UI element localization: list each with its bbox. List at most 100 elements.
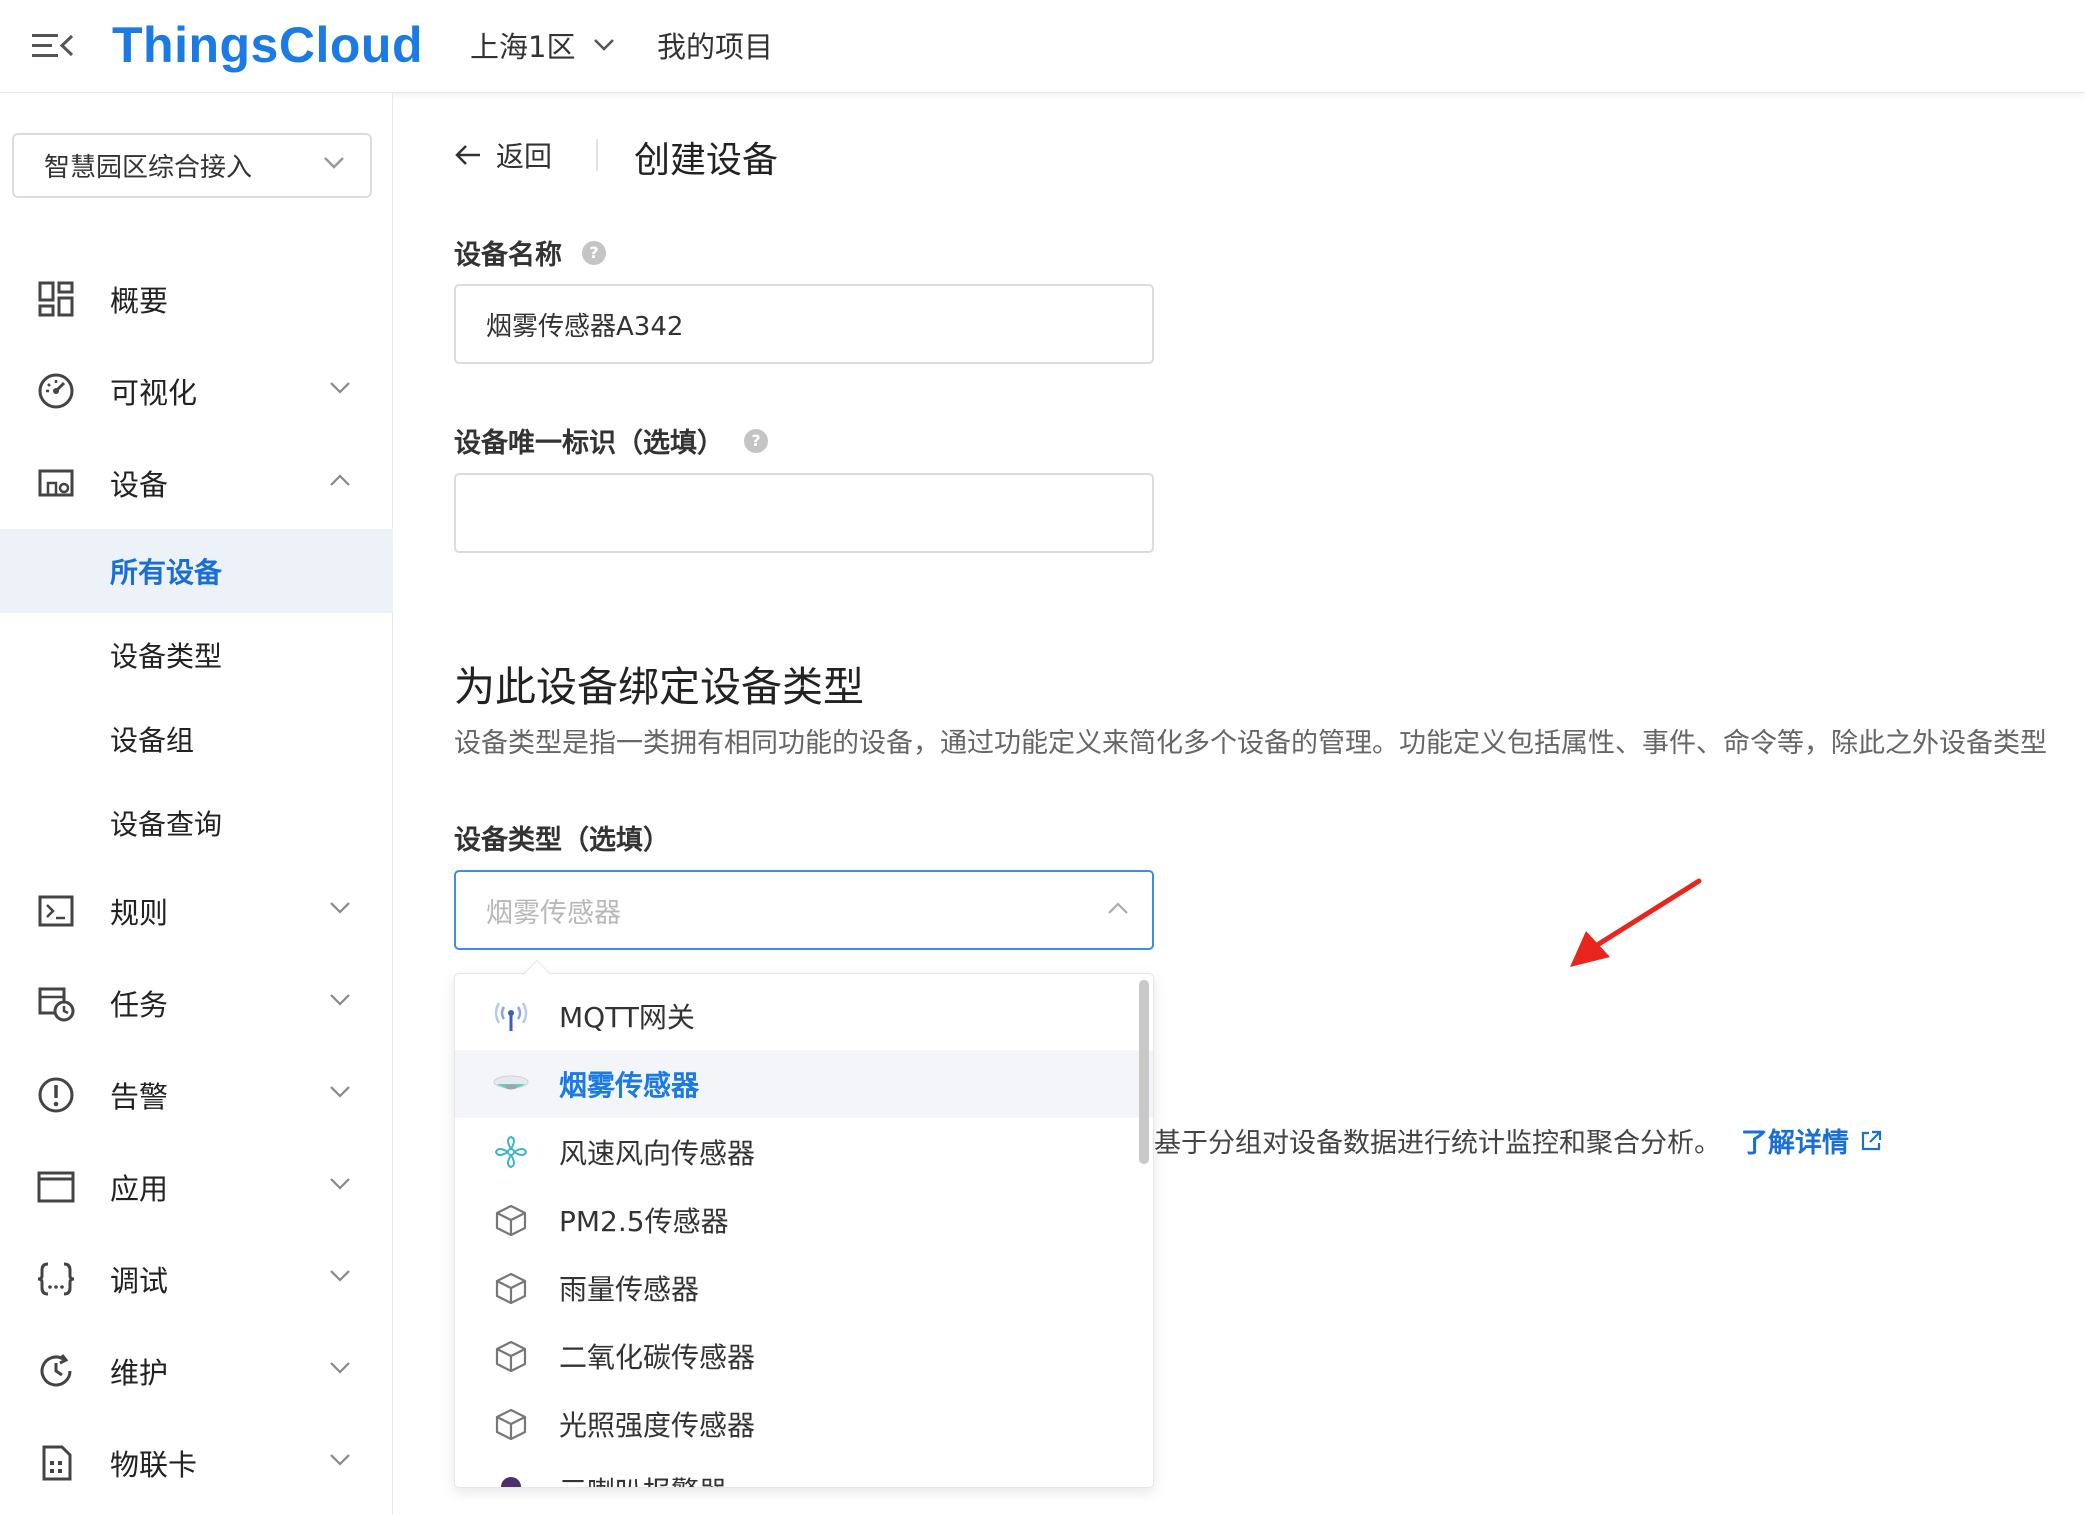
device-uid-label-text: 设备唯一标识（选填） (454, 428, 724, 459)
learn-more-label: 了解详情 (1741, 1128, 1849, 1159)
my-projects-link[interactable]: 我的项目 (657, 24, 773, 66)
cube-icon (495, 1340, 527, 1373)
schedule-icon (38, 987, 75, 1022)
sidebar-item-overview[interactable]: 概要 (0, 253, 393, 345)
sidebar-item-visualization[interactable]: 可视化 (0, 345, 393, 437)
gauge-icon (38, 373, 74, 409)
device-type-select[interactable]: 烟雾传感器 (454, 870, 1154, 950)
external-link-icon (1861, 1130, 1882, 1150)
chevron-down-icon (324, 157, 344, 169)
region-select[interactable]: 上海1区 (470, 24, 615, 66)
section-title: 为此设备绑定设备类型 (454, 663, 864, 711)
dropdown-scrollbar[interactable] (1139, 980, 1149, 1164)
sidebar-item-label: 概要 (110, 284, 169, 318)
project-select-value: 智慧园区综合接入 (44, 153, 253, 183)
cube-icon (495, 1204, 527, 1237)
page-title: 创建设备 (634, 140, 779, 181)
back-button[interactable]: 返回 (454, 135, 552, 175)
sidebar-item-devices[interactable]: 设备 (0, 437, 393, 529)
dropdown-option[interactable]: 光照强度传感器 (455, 1390, 1153, 1458)
sidebar-subitem-device-types[interactable]: 设备类型 (0, 613, 393, 697)
cube-icon (495, 1408, 527, 1441)
dropdown-option-label: 二氧化碳传感器 (559, 1341, 756, 1374)
help-icon[interactable]: ? (744, 428, 768, 453)
sidebar-item-tasks[interactable]: 任务 (0, 957, 393, 1049)
project-select[interactable]: 智慧园区综合接入 (12, 133, 372, 198)
chevron-down-icon (330, 382, 350, 394)
antenna-icon (494, 1002, 528, 1031)
alert-icon (38, 1077, 74, 1113)
history-icon (40, 1354, 72, 1387)
group-description-text: 基于分组对设备数据进行统计监控和聚合分析。 (1154, 1128, 1721, 1159)
dropdown-option[interactable]: 风速风向传感器 (455, 1118, 1153, 1186)
sidebar: 智慧园区综合接入 概要 可视化 设备 所有设备 设备类型 设备组 设备查询 规则… (0, 93, 393, 1515)
divider (596, 139, 598, 171)
dropdown-option[interactable]: 二氧化碳传感器 (455, 1322, 1153, 1390)
sim-card-icon (42, 1445, 72, 1481)
devices-icon (38, 469, 74, 497)
cube-icon (495, 1272, 527, 1305)
sidebar-item-label: 规则 (110, 896, 169, 930)
region-label: 上海1区 (470, 30, 576, 64)
dropdown-option-label: 雨量传感器 (559, 1273, 700, 1306)
dropdown-option-selected[interactable]: 烟雾传感器 (455, 1050, 1153, 1118)
speaker-icon (501, 1477, 521, 1487)
device-type-label: 设备类型（选填） (454, 818, 670, 857)
help-icon[interactable]: ? (582, 240, 606, 265)
section-description: 设备类型是指一类拥有相同功能的设备，通过功能定义来简化多个设备的管理。功能定义包… (454, 728, 2047, 759)
dropdown-option-label: 风速风向传感器 (559, 1137, 756, 1170)
device-type-label-text: 设备类型（选填） (454, 825, 670, 856)
dashboard-icon (38, 281, 74, 317)
top-bar: ThingsCloud 上海1区 我的项目 (0, 0, 2085, 93)
dropdown-option[interactable]: MQTT网关 (455, 982, 1153, 1050)
sidebar-item-iot-card[interactable]: 物联卡 (0, 1417, 393, 1509)
window-icon (37, 1171, 75, 1203)
device-type-select-value: 烟雾传感器 (486, 897, 621, 929)
logo[interactable]: ThingsCloud (112, 16, 423, 74)
braces-icon (37, 1262, 75, 1296)
sidebar-item-label: 告警 (110, 1080, 169, 1114)
dropdown-option-label: 三喇叭报警器 (559, 1470, 727, 1487)
chevron-down-icon (330, 1270, 350, 1282)
device-uid-input[interactable] (454, 473, 1154, 553)
sidebar-item-alerts[interactable]: 告警 (0, 1049, 393, 1141)
sidebar-item-debug[interactable]: 调试 (0, 1233, 393, 1325)
collapse-menu-icon[interactable] (30, 28, 74, 64)
terminal-icon (38, 895, 74, 927)
fan-icon (494, 1135, 528, 1169)
chevron-down-icon (330, 994, 350, 1006)
learn-more-link[interactable]: 了解详情 (1741, 1121, 1883, 1160)
sidebar-subitem-label: 设备类型 (110, 640, 223, 673)
sidebar-subitem-label: 所有设备 (110, 556, 223, 589)
device-name-input[interactable]: 烟雾传感器A342 (454, 284, 1154, 364)
dropdown-option[interactable]: PM2.5传感器 (455, 1186, 1153, 1254)
chevron-down-icon (330, 1454, 350, 1466)
sidebar-item-maintenance[interactable]: 维护 (0, 1325, 393, 1417)
group-description: 基于分组对设备数据进行统计监控和聚合分析。 了解详情 (1154, 1121, 1883, 1160)
chevron-down-icon (594, 39, 615, 51)
sidebar-item-rules[interactable]: 规则 (0, 865, 393, 957)
chevron-down-icon (330, 1362, 350, 1374)
dropdown-option[interactable]: 雨量传感器 (455, 1254, 1153, 1322)
sidebar-item-label: 应用 (110, 1172, 169, 1206)
smoke-detector-icon (493, 1075, 529, 1090)
device-name-label: 设备名称 ? (454, 233, 606, 272)
sidebar-subitem-all-devices[interactable]: 所有设备 (0, 529, 393, 613)
nav-menu: 概要 可视化 设备 所有设备 设备类型 设备组 设备查询 规则 任务 告警 应用… (0, 253, 393, 1509)
sidebar-subitem-label: 设备查询 (110, 808, 223, 841)
device-name-value: 烟雾传感器A342 (486, 311, 684, 342)
device-type-dropdown: MQTT网关 烟雾传感器 风速风向传感器 PM2.5传感器 雨量传感器 二氧化碳… (454, 973, 1154, 1488)
dropdown-option-partial[interactable]: 三喇叭报警器 (455, 1458, 1153, 1487)
chevron-up-icon (330, 474, 350, 486)
chevron-down-icon (330, 1178, 350, 1190)
sidebar-item-label: 维护 (110, 1356, 169, 1390)
chevron-up-icon (1108, 902, 1128, 914)
device-uid-label: 设备唯一标识（选填） ? (454, 421, 768, 460)
sidebar-subitem-device-groups[interactable]: 设备组 (0, 697, 393, 781)
chevron-down-icon (330, 902, 350, 914)
sidebar-subitem-device-query[interactable]: 设备查询 (0, 781, 393, 865)
sidebar-item-applications[interactable]: 应用 (0, 1141, 393, 1233)
sidebar-item-label: 调试 (110, 1264, 169, 1298)
dropdown-option-label: PM2.5传感器 (559, 1205, 729, 1238)
sidebar-item-label: 物联卡 (110, 1448, 198, 1482)
